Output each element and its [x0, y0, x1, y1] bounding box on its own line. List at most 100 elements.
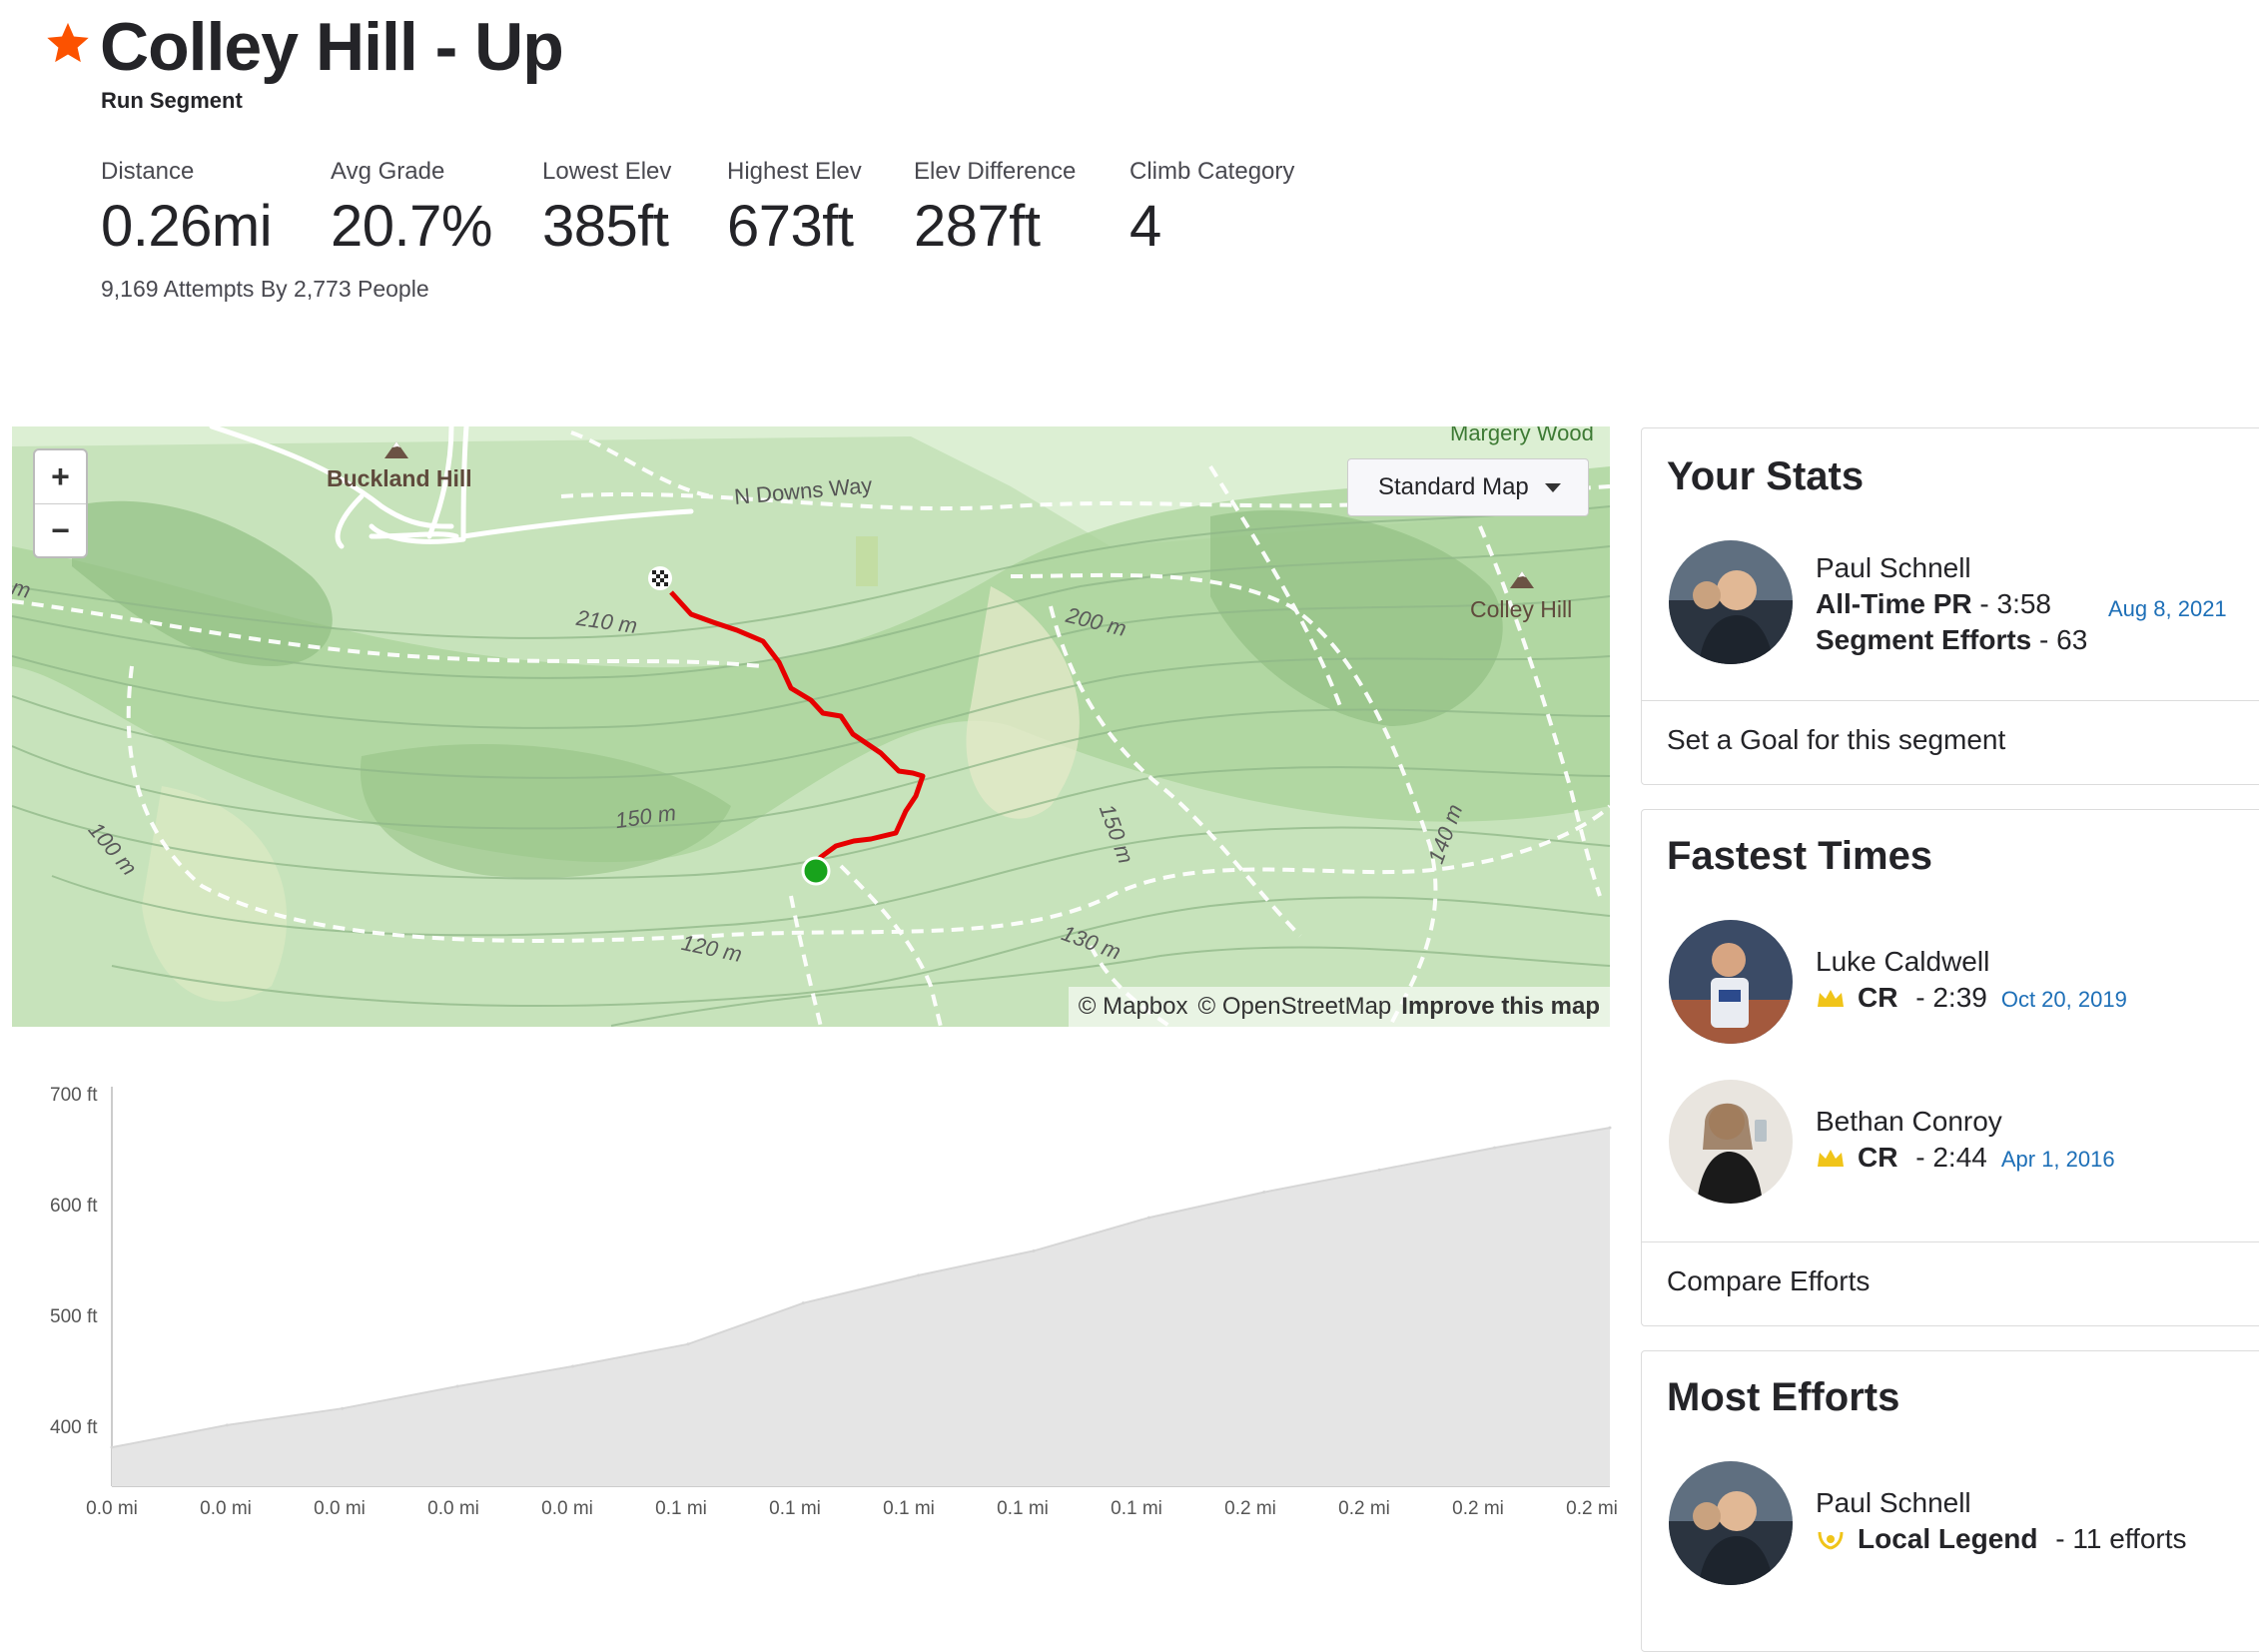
stat-value: 385ft — [542, 194, 669, 259]
x-tick-label: 0.0 mi — [427, 1498, 479, 1519]
segment-stats: Distance 0.26mi Avg Grade 20.7% Lowest E… — [101, 158, 1329, 262]
attempts-count: 9,169 Attempts By 2,773 People — [101, 276, 429, 302]
elevation-area — [112, 1128, 1610, 1486]
osm-attribution-link[interactable]: © OpenStreetMap — [1198, 993, 1392, 1021]
stat-value: 20.7% — [331, 194, 492, 259]
compare-efforts-link[interactable]: Compare Efforts — [1667, 1265, 1870, 1297]
segment-route — [669, 590, 926, 869]
stat-climb-category: Climb Category 4 — [1130, 158, 1329, 262]
stat-distance: Distance 0.26mi — [101, 158, 331, 262]
most-efforts-card: Most Efforts Paul Schnell Local Legend -… — [1641, 1350, 2259, 1652]
laurel-icon — [1818, 1531, 1844, 1550]
elevation-point — [801, 1301, 805, 1305]
segment-efforts: Segment Efforts - 63 — [1816, 624, 2087, 656]
elevation-point — [1146, 1216, 1150, 1220]
segment-type: Run Segment — [101, 88, 243, 113]
set-goal-link[interactable]: Set a Goal for this segment — [1667, 724, 2005, 756]
mapbox-attribution-link[interactable]: © Mapbox — [1079, 993, 1188, 1021]
elevation-point — [1377, 1168, 1381, 1172]
efforts-count: - 11 efforts — [2055, 1523, 2187, 1554]
elevation-point — [1262, 1191, 1266, 1195]
improve-map-link[interactable]: Improve this map — [1401, 993, 1600, 1021]
stat-value: 0.26mi — [101, 194, 273, 259]
star-icon[interactable] — [45, 20, 91, 66]
stat-label: Distance — [101, 158, 195, 185]
x-tick-label: 0.0 mi — [314, 1498, 366, 1519]
x-tick-label: 0.2 mi — [1566, 1498, 1618, 1519]
x-tick-label: 0.1 mi — [997, 1498, 1049, 1519]
stat-label: Highest Elev — [727, 158, 862, 185]
stat-value: 287ft — [914, 194, 1041, 259]
crown-icon — [1818, 990, 1844, 1007]
elevation-point — [341, 1406, 345, 1410]
x-tick-label: 0.1 mi — [1111, 1498, 1162, 1519]
legend-badge: Local Legend — [1858, 1523, 2038, 1554]
athlete-name[interactable]: Paul Schnell — [1816, 552, 1971, 584]
your-stats-card: Your Stats Paul Schnell All-Time PR - 3:… — [1641, 427, 2259, 785]
cr-time: - 2:39 — [1915, 982, 1987, 1013]
x-tick-label: 0.0 mi — [86, 1498, 138, 1519]
x-tick-label: 0.2 mi — [1452, 1498, 1504, 1519]
elevation-point — [225, 1423, 229, 1427]
athlete-name[interactable]: Bethan Conroy — [1816, 1106, 2002, 1138]
cr-badge: CR — [1858, 1142, 1898, 1173]
stat-lowest-elev: Lowest Elev 385ft — [542, 158, 727, 262]
divider — [1642, 1241, 2259, 1242]
avatar[interactable] — [1669, 920, 1793, 1044]
elevation-point — [571, 1364, 575, 1368]
x-tick-label: 0.1 mi — [655, 1498, 707, 1519]
stat-label: Lowest Elev — [542, 158, 672, 185]
stat-highest-elev: Highest Elev 673ft — [727, 158, 914, 262]
efforts-value: - 63 — [2039, 624, 2088, 655]
page-title: Colley Hill - Up — [100, 9, 564, 85]
fastest-times-card: Fastest Times Luke Caldwell CR - 2:39 Oct… — [1641, 809, 2259, 1326]
leaderboard-time: CR - 2:39 Oct 20, 2019 — [1816, 982, 2127, 1014]
cr-time: - 2:44 — [1915, 1142, 1987, 1173]
cr-date-link[interactable]: Oct 20, 2019 — [2001, 987, 2127, 1012]
x-tick-label: 0.0 mi — [200, 1498, 252, 1519]
all-time-pr: All-Time PR - 3:58 — [1816, 588, 2051, 620]
elevation-point — [686, 1342, 690, 1346]
divider — [1642, 700, 2259, 701]
elevation-point — [1608, 1126, 1612, 1130]
x-tick-label: 0.1 mi — [769, 1498, 821, 1519]
card-title: Fastest Times — [1667, 834, 1933, 878]
x-tick-label: 0.1 mi — [883, 1498, 935, 1519]
stat-avg-grade: Avg Grade 20.7% — [331, 158, 542, 262]
leaderboard-time: CR - 2:44 Apr 1, 2016 — [1816, 1142, 2115, 1174]
elevation-profile: 700 ft 600 ft 500 ft 400 ft 0.0 mi 0.0 mi… — [0, 1059, 1618, 1538]
finish-flag-icon[interactable] — [647, 565, 673, 591]
card-title: Your Stats — [1667, 454, 1865, 498]
start-marker-icon[interactable] — [801, 856, 831, 886]
stat-elev-difference: Elev Difference 287ft — [914, 158, 1130, 262]
cr-badge: CR — [1858, 982, 1898, 1013]
avatar[interactable] — [1669, 1461, 1793, 1585]
elevation-point — [110, 1445, 114, 1449]
crown-icon — [1818, 1150, 1844, 1167]
efforts-label: Segment Efforts — [1816, 624, 2032, 655]
athlete-name[interactable]: Luke Caldwell — [1816, 946, 1989, 978]
stat-label: Climb Category — [1130, 158, 1295, 185]
card-title: Most Efforts — [1667, 1375, 1900, 1419]
map-attribution: © Mapbox © OpenStreetMap Improve this ma… — [1068, 987, 1610, 1027]
pr-date-link[interactable]: Aug 8, 2021 — [2108, 596, 2227, 622]
x-tick-label: 0.2 mi — [1224, 1498, 1276, 1519]
segment-map[interactable]: + − Standard Map Buckland Hill Colley Hi… — [12, 426, 1610, 1027]
athlete-name[interactable]: Paul Schnell — [1816, 1487, 1971, 1519]
local-legend: Local Legend - 11 efforts — [1816, 1523, 2187, 1555]
elevation-point — [1493, 1146, 1497, 1150]
stat-value: 4 — [1130, 194, 1161, 259]
x-tick-label: 0.2 mi — [1338, 1498, 1390, 1519]
elevation-point — [917, 1273, 921, 1277]
elevation-point — [1032, 1248, 1036, 1252]
avatar[interactable] — [1669, 1080, 1793, 1204]
stat-value: 673ft — [727, 194, 854, 259]
cr-date-link[interactable]: Apr 1, 2016 — [2001, 1147, 2115, 1172]
stat-label: Avg Grade — [331, 158, 445, 185]
avatar[interactable] — [1669, 540, 1793, 664]
elevation-point — [455, 1384, 459, 1388]
elevation-chart[interactable] — [0, 1059, 1618, 1498]
x-tick-label: 0.0 mi — [541, 1498, 593, 1519]
stat-label: Elev Difference — [914, 158, 1077, 185]
pr-value: - 3:58 — [1979, 588, 2052, 619]
